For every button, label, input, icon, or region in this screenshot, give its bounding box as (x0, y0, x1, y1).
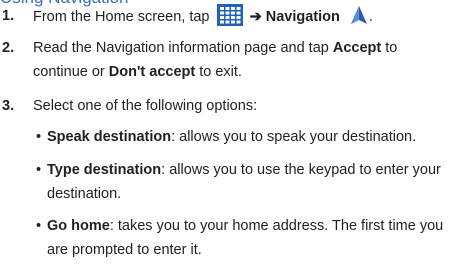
apps-grid-icon (216, 4, 243, 26)
navigation-label: Navigation (265, 9, 340, 25)
step-text: From the Home screen, tap ➔ Navigation . (33, 4, 473, 29)
option-desc-cont: destination. (47, 186, 122, 202)
step-text: Read the Navigation information page and… (33, 36, 473, 84)
option-desc: : allows you to speak your destination. (171, 129, 417, 145)
step-number: 2. (2, 40, 15, 56)
accept-label: Accept (332, 40, 382, 56)
step-1-end: . (368, 9, 373, 25)
step-1-text: From the Home screen, tap (33, 9, 210, 25)
step-2-text-b: to (381, 40, 398, 56)
step-2-line2-b: to exit. (195, 64, 242, 80)
bullet: • (36, 218, 42, 234)
option-desc-cont: are prompted to enter it. (47, 242, 202, 258)
option-desc: : allows you to use the keypad to enter … (161, 162, 441, 178)
step-2-line2-a: continue or (33, 64, 109, 80)
option-label: Type destination (47, 162, 162, 178)
bullet: • (36, 129, 42, 145)
step-number: 3. (2, 98, 15, 114)
bullet: • (36, 162, 42, 178)
navigation-arrow-icon (349, 5, 369, 25)
step-number: 1. (2, 8, 15, 24)
option-label: Speak destination (47, 129, 172, 145)
step-2-text-a: Read the Navigation information page and… (33, 40, 333, 56)
dont-accept-label: Don't accept (108, 64, 196, 80)
step-text: Select one of the following options: (33, 98, 258, 114)
arrow-glyph: ➔ (249, 9, 262, 25)
option-label: Go home (47, 218, 110, 234)
option-desc: : takes you to your home address. The fi… (109, 218, 444, 234)
